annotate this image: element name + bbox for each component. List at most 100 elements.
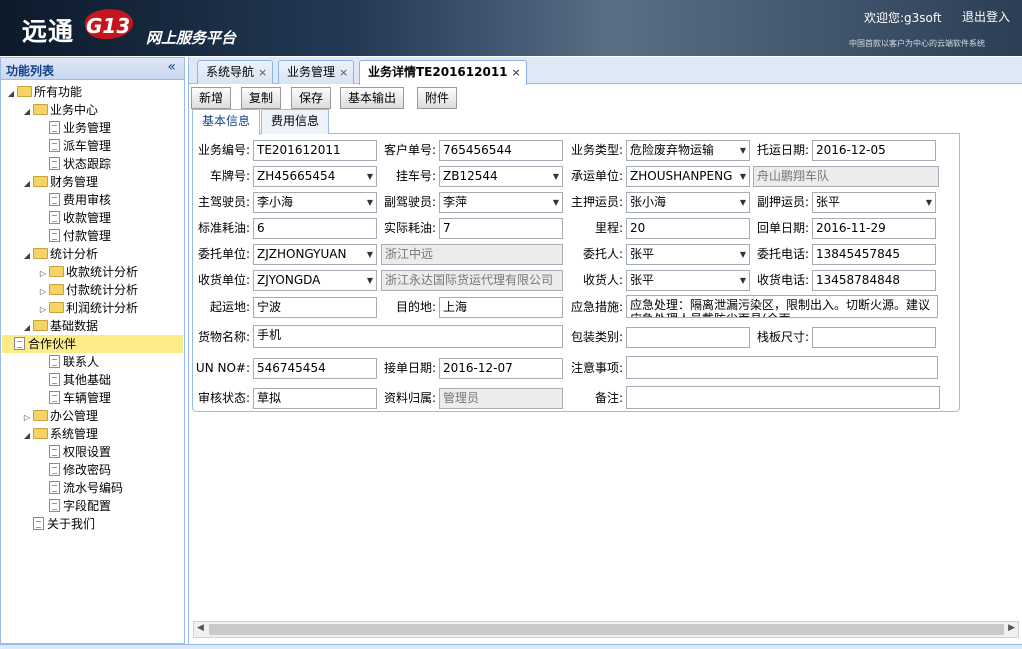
emergency-label: 应急措施: bbox=[570, 300, 623, 314]
packing-field[interactable] bbox=[626, 327, 750, 348]
sidebar-item-permissions[interactable]: 权限设置 bbox=[37, 443, 111, 461]
sidebar-item-fee-audit[interactable]: 费用审核 bbox=[37, 191, 111, 209]
expand-arrow-icon[interactable]: ◢ bbox=[21, 175, 33, 193]
dest-field[interactable]: 上海 bbox=[439, 297, 563, 318]
client-phone-label: 委托电话: bbox=[756, 247, 809, 261]
co-driver-select[interactable]: 李萍 bbox=[439, 192, 563, 213]
scrollbar-thumb[interactable] bbox=[209, 624, 1004, 635]
receive-date-label: 接单日期: bbox=[383, 361, 436, 375]
expand-arrow-icon[interactable]: ◢ bbox=[5, 85, 17, 103]
sidebar-item-business-manage[interactable]: 业务管理 bbox=[37, 119, 111, 137]
tab-basic-info[interactable]: 基本信息 bbox=[192, 109, 261, 135]
receiver-select[interactable]: 张平 bbox=[626, 270, 750, 291]
document-icon bbox=[49, 157, 60, 170]
sidebar-item-serial-code[interactable]: 流水号编码 bbox=[37, 479, 123, 497]
sidebar-item-payment-stats[interactable]: ▷ 付款统计分析 bbox=[37, 281, 138, 299]
expand-arrow-icon[interactable]: ◢ bbox=[21, 247, 33, 265]
copy-button[interactable]: 复制 bbox=[241, 87, 282, 109]
sidebar-item-office[interactable]: ▷ 办公管理 bbox=[21, 407, 98, 425]
sidebar-item-other-base[interactable]: 其他基础 bbox=[37, 371, 111, 389]
origin-field[interactable]: 宁波 bbox=[253, 297, 377, 318]
tab-label: 系统导航 bbox=[206, 65, 255, 79]
std-fuel-field[interactable]: 6 bbox=[253, 218, 377, 239]
sidebar-item-all[interactable]: ◢ 所有功能 bbox=[5, 83, 82, 101]
consignor-label: 委托单位: bbox=[197, 247, 250, 261]
sidebar-item-finance[interactable]: ◢ 财务管理 bbox=[21, 173, 98, 191]
scroll-left-icon[interactable]: ◀ bbox=[197, 623, 204, 633]
un-no-label: UN NO#: bbox=[195, 361, 250, 375]
sidebar-item-about-us[interactable]: 关于我们 bbox=[21, 515, 95, 533]
receiver-phone-field[interactable]: 13458784848 bbox=[812, 270, 936, 291]
g3-logo-text: G13 bbox=[86, 14, 131, 38]
owner-label: 资料归属: bbox=[383, 391, 436, 405]
tab-business-detail[interactable]: 业务详情TE201612011 × bbox=[359, 60, 527, 85]
co-escort-label: 副押运员: bbox=[756, 195, 809, 209]
notes-textarea[interactable] bbox=[626, 356, 938, 379]
plate-size-field[interactable] bbox=[812, 327, 936, 348]
emergency-textarea[interactable]: 应急处理：隔离泄漏污染区，限制出入。切断火源。建议应急处理人员戴防尘面具(全面 bbox=[626, 295, 938, 318]
return-date-field[interactable]: 2016-11-29 bbox=[812, 218, 936, 239]
client-phone-field[interactable]: 13845457845 bbox=[812, 244, 936, 265]
audit-status-field[interactable]: 草拟 bbox=[253, 388, 377, 409]
document-icon bbox=[33, 517, 44, 530]
sidebar-item-status-track[interactable]: 状态跟踪 bbox=[37, 155, 111, 173]
sidebar-item-contacts[interactable]: 联系人 bbox=[37, 353, 99, 371]
receiver-unit-select[interactable]: ZJYONGDA bbox=[253, 270, 377, 291]
tab-business-manage[interactable]: 业务管理 × bbox=[278, 60, 355, 84]
document-icon bbox=[49, 445, 60, 458]
business-type-select[interactable]: 危险废弃物运输 bbox=[626, 140, 750, 161]
sidebar-item-statistics[interactable]: ◢ 统计分析 bbox=[21, 245, 98, 263]
folder-icon bbox=[49, 266, 64, 277]
main-driver-select[interactable]: 李小海 bbox=[253, 192, 377, 213]
plate-label: 车牌号: bbox=[209, 169, 250, 183]
sidebar-item-dispatch[interactable]: 派车管理 bbox=[37, 137, 111, 155]
expand-arrow-icon[interactable]: ◢ bbox=[21, 427, 33, 445]
sidebar-item-receipt-stats[interactable]: ▷ 收款统计分析 bbox=[37, 263, 138, 281]
sidebar-item-partners[interactable]: 合作伙伴 bbox=[2, 335, 183, 353]
close-icon[interactable]: × bbox=[512, 66, 521, 79]
sidebar-item-payment[interactable]: 付款管理 bbox=[37, 227, 111, 245]
save-button[interactable]: 保存 bbox=[291, 87, 332, 109]
customer-no-field[interactable]: 765456544 bbox=[439, 140, 563, 161]
close-icon[interactable]: × bbox=[339, 66, 348, 79]
footer-bar bbox=[0, 644, 1022, 649]
add-button[interactable]: 新增 bbox=[191, 87, 232, 109]
business-no-field[interactable]: TE201612011 bbox=[253, 140, 377, 161]
close-icon[interactable]: × bbox=[258, 66, 267, 79]
co-escort-select[interactable]: 张平 bbox=[812, 192, 936, 213]
sidebar-item-base-data[interactable]: ◢ 基础数据 bbox=[21, 317, 98, 335]
sidebar-item-field-config[interactable]: 字段配置 bbox=[37, 497, 111, 515]
carrier-select[interactable]: ZHOUSHANPENG bbox=[626, 166, 750, 187]
plate-select[interactable]: ZH45665454 bbox=[253, 166, 377, 187]
remark-textarea[interactable] bbox=[626, 386, 940, 409]
receiver-label: 收货人: bbox=[582, 273, 623, 287]
ship-date-field[interactable]: 2016-12-05 bbox=[812, 140, 936, 161]
collapse-icon[interactable]: « bbox=[167, 59, 176, 75]
client-select[interactable]: 张平 bbox=[626, 244, 750, 265]
sidebar-item-label: 费用审核 bbox=[63, 193, 112, 207]
goods-textarea[interactable]: 手机 bbox=[253, 325, 563, 348]
main-escort-select[interactable]: 张小海 bbox=[626, 192, 750, 213]
sidebar-item-vehicles[interactable]: 车辆管理 bbox=[37, 389, 111, 407]
sidebar-item-change-password[interactable]: 修改密码 bbox=[37, 461, 111, 479]
sidebar-item-business-center[interactable]: ◢ 业务中心 bbox=[21, 101, 98, 119]
logout-link[interactable]: 退出登入 bbox=[962, 8, 1010, 25]
attachment-button[interactable]: 附件 bbox=[417, 87, 458, 109]
scroll-right-icon[interactable]: ▶ bbox=[1008, 623, 1015, 633]
receive-date-field[interactable]: 2016-12-07 bbox=[439, 358, 563, 379]
consignor-name-field: 浙江中远 bbox=[381, 244, 563, 265]
sidebar-item-profit-stats[interactable]: ▷ 利润统计分析 bbox=[37, 299, 138, 317]
consignor-select[interactable]: ZJZHONGYUAN bbox=[253, 244, 377, 265]
expand-arrow-icon[interactable]: ◢ bbox=[21, 103, 33, 121]
sidebar-item-receipt[interactable]: 收款管理 bbox=[37, 209, 111, 227]
basic-output-button[interactable]: 基本输出 bbox=[340, 87, 405, 109]
sidebar-item-system[interactable]: ◢ 系统管理 bbox=[21, 425, 98, 443]
un-no-field[interactable]: 546745454 bbox=[253, 358, 377, 379]
mileage-field[interactable]: 20 bbox=[626, 218, 750, 239]
actual-fuel-field[interactable]: 7 bbox=[439, 218, 563, 239]
horizontal-scrollbar[interactable]: ◀ ▶ bbox=[193, 621, 1019, 638]
tab-system-nav[interactable]: 系统导航 × bbox=[197, 60, 274, 84]
sidebar-item-label: 联系人 bbox=[63, 355, 100, 369]
trailer-select[interactable]: ZB12544 bbox=[439, 166, 563, 187]
tab-fee-info[interactable]: 费用信息 bbox=[261, 109, 330, 134]
